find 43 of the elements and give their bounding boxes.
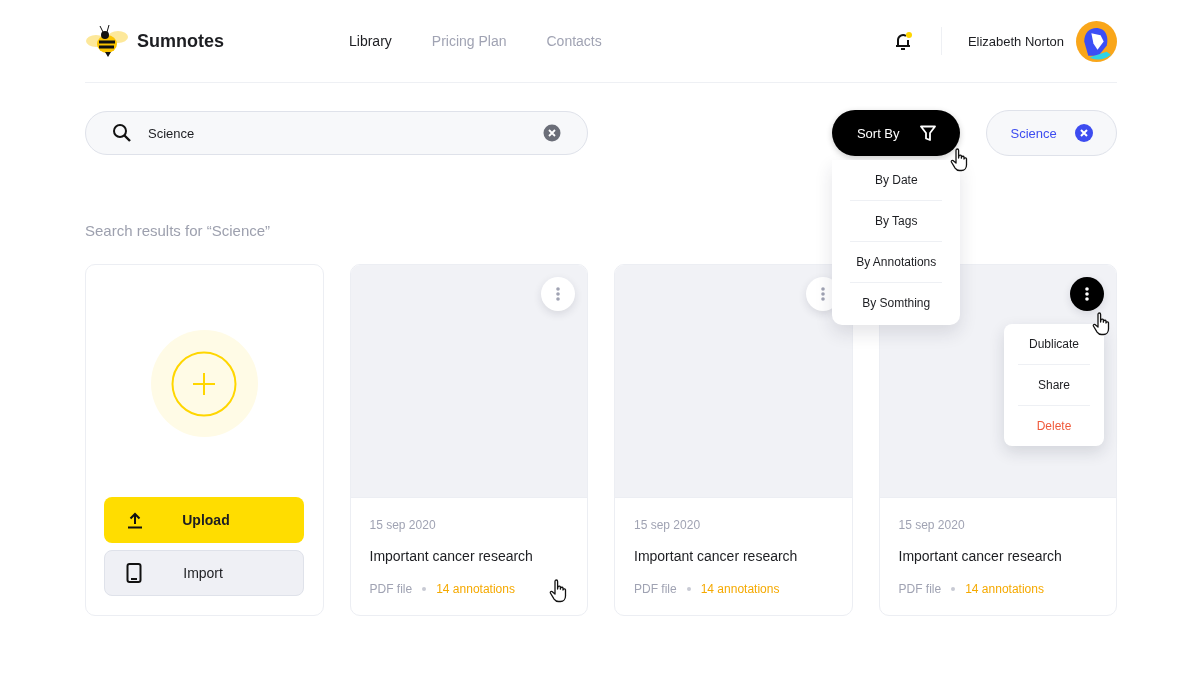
search-input[interactable]: Science: [146, 124, 530, 142]
app-name: Sumnotes: [137, 30, 224, 52]
file-type: PDF file: [369, 582, 413, 596]
hand-cursor-icon: [1092, 312, 1112, 336]
document-card[interactable]: 15 sep 2020 Important cancer research PDF file 14 annotations: [349, 264, 588, 616]
clear-icon[interactable]: [543, 124, 562, 142]
document-title: Important cancer research: [369, 548, 534, 564]
sort-button[interactable]: Sort By: [832, 110, 961, 156]
menu-item[interactable]: By Annotations: [850, 242, 943, 283]
nav-link[interactable]: Library: [349, 33, 392, 49]
remove-icon[interactable]: [1074, 124, 1093, 142]
annotation-count: 14 annotations: [436, 582, 515, 596]
search-icon: [112, 123, 132, 143]
menu-item[interactable]: By Date: [850, 160, 943, 201]
filter-icon: [919, 124, 936, 142]
more-icon: [820, 287, 825, 301]
import-button[interactable]: Import: [104, 550, 305, 596]
avatar[interactable]: [1076, 20, 1117, 62]
annotation-count: 14 annotations: [700, 582, 780, 596]
annotation-count: 14 annotations: [965, 582, 1044, 596]
search-field[interactable]: Science: [85, 111, 589, 155]
document-title: Important cancer research: [898, 548, 1063, 564]
file-type: PDF file: [634, 582, 677, 596]
upload-icon: [126, 511, 145, 529]
menu-item[interactable]: Share: [1018, 365, 1090, 406]
document-date: 15 sep 2020: [369, 518, 437, 532]
user-name: Elizabeth Norton: [967, 33, 1064, 49]
menu-item[interactable]: Dublicate: [1018, 324, 1090, 365]
file-type: PDF file: [898, 582, 942, 596]
hand-cursor-icon: [549, 579, 569, 603]
tablet-icon: [126, 563, 143, 583]
document-date: 15 sep 2020: [634, 518, 702, 532]
document-card[interactable]: 15 sep 2020 Important cancer research PDF file 14 annotations: [614, 264, 853, 616]
more-icon: [1085, 287, 1089, 301]
menu-item[interactable]: Delete: [1018, 406, 1090, 446]
bell-icon[interactable]: [894, 31, 913, 51]
bee-logo-icon: [85, 24, 129, 58]
menu-item[interactable]: By Tags: [850, 201, 943, 242]
document-title: Important cancer research: [634, 548, 799, 564]
upload-button[interactable]: Upload: [104, 497, 305, 543]
more-icon: [556, 287, 560, 301]
filter-chip[interactable]: Science: [986, 110, 1117, 156]
document-date: 15 sep 2020: [898, 518, 966, 532]
